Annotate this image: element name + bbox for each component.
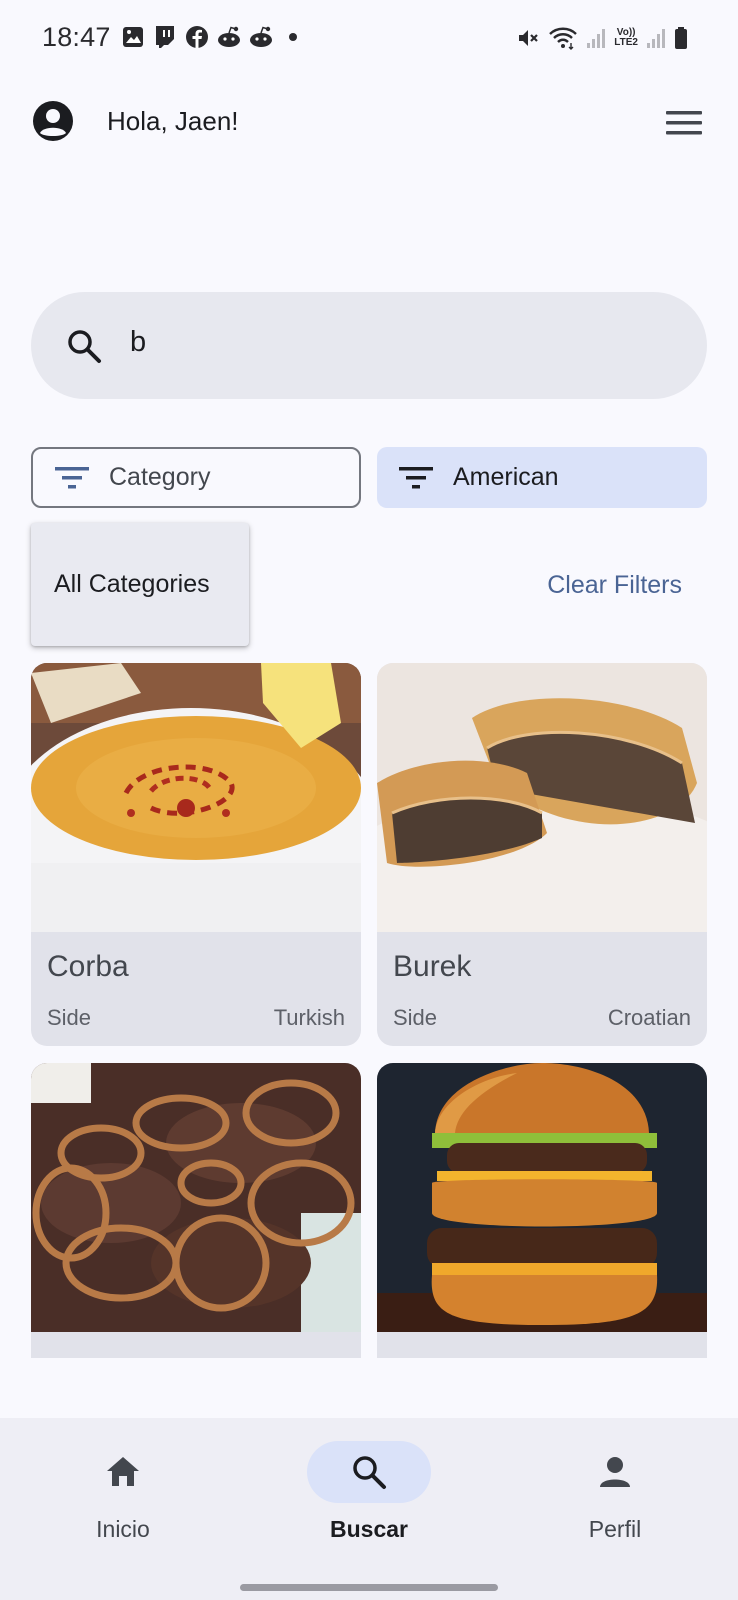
home-icon	[104, 1453, 142, 1491]
meal-title: Burek	[393, 950, 472, 983]
home-indicator[interactable]	[240, 1584, 498, 1591]
meal-image-burger	[377, 1063, 707, 1332]
menu-icon[interactable]	[664, 108, 704, 138]
twitch-icon	[152, 24, 178, 50]
wifi-icon	[548, 24, 578, 52]
search-bar[interactable]: b	[31, 292, 707, 399]
meal-image-liver-onions	[31, 1063, 361, 1332]
area-filter-label: American	[453, 463, 559, 491]
bottom-navigation: Inicio Buscar Perfil	[0, 1418, 738, 1600]
meal-area: Turkish	[273, 1005, 345, 1030]
category-filter-label: Category	[109, 463, 211, 491]
search-icon	[350, 1453, 388, 1491]
reddit-icon	[248, 24, 274, 50]
system-icons: Vo)) LTE2	[516, 24, 688, 52]
dot-icon	[280, 24, 306, 50]
category-dropdown-menu: All Categories	[31, 523, 249, 646]
nav-item-buscar[interactable]: Buscar	[246, 1418, 492, 1568]
nav-item-inicio[interactable]: Inicio	[0, 1418, 246, 1568]
status-bar: 18:47 Vo)) LTE2	[0, 0, 738, 80]
gallery-icon	[120, 24, 146, 50]
dropdown-item-all-categories[interactable]: All Categories	[54, 570, 210, 599]
meal-card[interactable]: Corba Side Turkish	[31, 663, 361, 1046]
top-app-bar: Hola, Jaen!	[0, 90, 738, 154]
meal-card[interactable]: Burek Side Croatian	[377, 663, 707, 1046]
nav-label: Inicio	[96, 1516, 150, 1542]
person-icon	[596, 1453, 634, 1491]
nav-label: Buscar	[330, 1516, 408, 1542]
filter-icon	[397, 463, 435, 493]
mute-icon	[516, 24, 540, 52]
meal-title: Corba	[47, 950, 129, 983]
meal-category: Side	[47, 1005, 92, 1030]
meal-card[interactable]	[377, 1063, 707, 1358]
area-filter-chip[interactable]: American	[377, 447, 707, 508]
meal-area: Croatian	[607, 1005, 691, 1030]
volte-icon: Vo)) LTE2	[614, 27, 638, 48]
meal-image-burek	[377, 663, 707, 932]
battery-icon	[674, 24, 688, 52]
search-icon	[65, 327, 103, 365]
notification-icons	[120, 24, 306, 50]
clear-filters-button[interactable]: Clear Filters	[547, 571, 682, 600]
reddit-icon	[216, 24, 242, 50]
greeting-text: Hola, Jaen!	[107, 106, 239, 136]
search-input[interactable]: b	[130, 326, 146, 359]
status-time: 18:47	[42, 22, 111, 52]
meal-image-soup	[31, 663, 361, 932]
meal-category: Side	[393, 1005, 438, 1030]
nav-label: Perfil	[588, 1516, 642, 1542]
category-filter-chip[interactable]: Category	[31, 447, 361, 508]
signal-icon	[646, 24, 666, 52]
nav-item-perfil[interactable]: Perfil	[492, 1418, 738, 1568]
meal-card[interactable]	[31, 1063, 361, 1358]
signal-icon	[586, 24, 606, 52]
account-circle-icon[interactable]	[32, 100, 74, 142]
filter-icon	[53, 463, 91, 493]
facebook-icon	[184, 24, 210, 50]
